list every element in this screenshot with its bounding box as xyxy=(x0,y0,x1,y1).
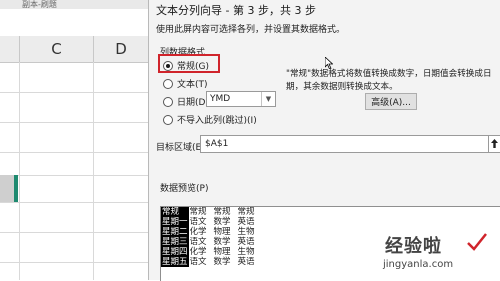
preview-cell: 数学 xyxy=(213,237,231,247)
preview-cell: 语文 xyxy=(189,257,207,267)
preview-header-row: 常规 常规 常规 常规 xyxy=(161,207,261,217)
watermark-title: 经验啦 xyxy=(385,236,442,257)
preview-header-cell[interactable]: 常规 xyxy=(189,207,213,217)
site-watermark: 经验啦 jingyanla.com xyxy=(375,232,495,278)
preview-cell: 英语 xyxy=(237,217,255,227)
grid-line xyxy=(0,262,148,263)
radio-general-label: 常规(G) xyxy=(177,62,209,72)
checkmark-icon xyxy=(467,233,487,251)
selected-row-header[interactable] xyxy=(0,175,14,202)
radio-skip-label: 不导入此列(跳过)(I) xyxy=(177,116,257,126)
grid-line xyxy=(0,92,148,93)
preview-cell: 数学 xyxy=(213,217,231,227)
column-header-c[interactable]: C xyxy=(20,36,94,63)
dialog-instruction: 使用此屏内容可选择各列，并设置其数据格式。 xyxy=(156,25,346,35)
radio-text[interactable]: 文本(T) xyxy=(163,77,208,90)
preview-cell: 生物 xyxy=(237,227,255,237)
grid-line xyxy=(93,62,94,280)
target-area-input[interactable]: $A$1 xyxy=(200,135,490,153)
sheet-tab-strip: 副本-刷题 xyxy=(0,0,148,9)
grid-line xyxy=(0,175,148,176)
spreadsheet-background: 副本-刷题 C D xyxy=(0,0,148,280)
data-preview-table: 常规 常规 常规 常规 星期一 语文 数学 英语 星期二 化学 物理 生物 星期… xyxy=(161,207,261,267)
column-header-blank[interactable] xyxy=(0,36,20,63)
column-header-d[interactable]: D xyxy=(94,36,148,63)
preview-cell: 数学 xyxy=(213,257,231,267)
radio-general[interactable]: 常规(G) xyxy=(163,59,209,72)
grid-line xyxy=(0,152,148,153)
radio-text-label: 文本(T) xyxy=(177,80,208,90)
date-format-value: YMD xyxy=(210,94,231,104)
preview-cell: 星期四 xyxy=(161,247,189,257)
preview-row: 星期一 语文 数学 英语 xyxy=(161,217,261,227)
preview-cell: 语文 xyxy=(189,237,207,247)
target-area-value: $A$1 xyxy=(205,139,229,149)
radio-icon[interactable] xyxy=(163,78,173,89)
preview-row: 星期四 化学 物理 生物 xyxy=(161,247,261,257)
preview-cell: 物理 xyxy=(213,247,231,257)
grid-line xyxy=(0,202,148,203)
preview-cell: 化学 xyxy=(189,227,207,237)
preview-header-cell[interactable]: 常规 xyxy=(213,207,237,217)
grid-line xyxy=(19,62,20,280)
radio-icon[interactable] xyxy=(163,114,173,125)
preview-cell: 化学 xyxy=(189,247,207,257)
preview-header-cell[interactable]: 常规 xyxy=(161,207,189,217)
preview-cell: 星期一 xyxy=(161,217,189,227)
watermark-url: jingyanla.com xyxy=(383,259,454,270)
preview-row: 星期五 语文 数学 英语 xyxy=(161,257,261,267)
preview-cell: 语文 xyxy=(189,217,207,227)
radio-selected-icon[interactable] xyxy=(163,60,173,71)
preview-row: 星期二 化学 物理 生物 xyxy=(161,227,261,237)
preview-cell: 生物 xyxy=(237,247,255,257)
radio-date[interactable]: 日期(D): xyxy=(163,95,212,108)
preview-cell: 英语 xyxy=(237,237,255,247)
range-select-icon[interactable] xyxy=(488,135,500,153)
preview-row: 星期三 语文 数学 英语 xyxy=(161,237,261,247)
preview-cell: 星期二 xyxy=(161,227,189,237)
dialog-title: 文本分列向导 - 第 3 步，共 3 步 xyxy=(156,4,316,17)
preview-cell: 英语 xyxy=(237,257,255,267)
advanced-button[interactable]: 高级(A)... xyxy=(365,93,417,110)
data-preview-label: 数据预览(P) xyxy=(160,184,209,194)
preview-cell: 星期五 xyxy=(161,257,189,267)
radio-icon[interactable] xyxy=(163,96,173,107)
grid-line xyxy=(0,232,148,233)
chevron-down-icon[interactable]: ▼ xyxy=(261,92,275,106)
radio-skip[interactable]: 不导入此列(跳过)(I) xyxy=(163,113,257,126)
date-format-select[interactable]: YMD ▼ xyxy=(206,91,276,107)
preview-cell: 物理 xyxy=(213,227,231,237)
preview-header-cell[interactable]: 常规 xyxy=(237,207,261,217)
preview-cell: 星期三 xyxy=(161,237,189,247)
grid-line xyxy=(0,122,148,123)
active-row-indicator xyxy=(14,175,18,202)
sheet-tab-label: 副本-刷题 xyxy=(22,0,57,9)
format-description: "常规"数据格式将数值转换成数字，日期值会转换成日期，其余数据则转换成文本。 xyxy=(286,69,492,92)
